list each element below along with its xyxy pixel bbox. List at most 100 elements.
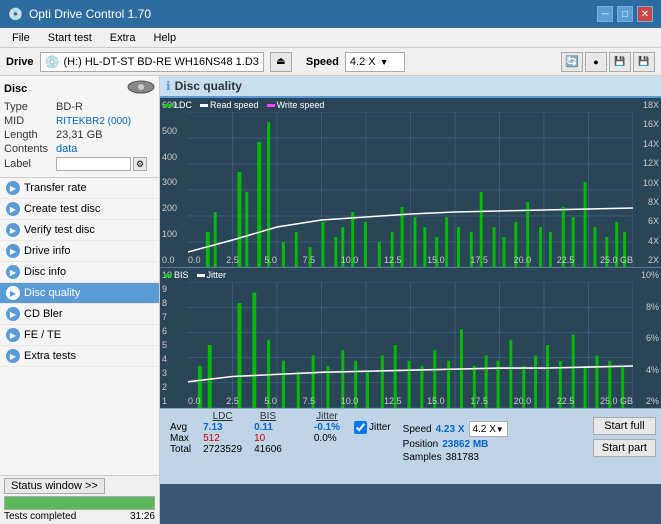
bis-legend-label: BIS <box>174 270 189 280</box>
sidebar-item-fe-te[interactable]: ▶ FE / TE <box>0 325 159 346</box>
sidebar-item-cd-bler[interactable]: ▶ CD Bler <box>0 304 159 325</box>
ldc-chart-area: LDC Read speed Write speed 6005004003002… <box>160 98 661 268</box>
start-part-button[interactable]: Start part <box>593 439 656 457</box>
menu-start-test[interactable]: Start test <box>40 28 100 47</box>
drive-bar: Drive 💿 (H:) HL-DT-ST BD-RE WH16NS48 1.D… <box>0 48 661 76</box>
mid-value: RITEKBR2 (000) <box>56 116 155 127</box>
menu-file[interactable]: File <box>4 28 38 47</box>
bis-svg <box>188 282 633 408</box>
stats-bar: LDC BIS Jitter Avg 7.13 0.11 -0.1% <box>160 408 661 484</box>
menu-extra[interactable]: Extra <box>102 28 144 47</box>
col-jitter: Jitter <box>308 411 346 422</box>
disc-panel-icon <box>127 80 155 97</box>
mid-label: MID <box>4 115 56 127</box>
type-label: Type <box>4 101 56 113</box>
cd-bler-icon: ▶ <box>6 307 20 321</box>
nav-label-transfer-rate: Transfer rate <box>24 182 87 194</box>
read-speed-legend-dot <box>200 104 208 107</box>
jitter-legend-dot <box>197 274 205 277</box>
ldc-y-axis-right: 18X16X14X12X10X8X6X4X2X <box>633 98 661 267</box>
save2-button[interactable]: 💾 <box>633 52 655 72</box>
eject-button[interactable]: ⏏ <box>270 52 292 72</box>
panel-header: ℹ Disc quality <box>160 76 661 98</box>
sidebar-item-extra-tests[interactable]: ▶ Extra tests <box>0 346 159 367</box>
avg-jitter: -0.1% <box>308 422 346 433</box>
app-icon: 💿 <box>8 7 23 21</box>
disc-panel-title: Disc <box>4 83 27 95</box>
refresh-button[interactable]: 🔄 <box>561 52 583 72</box>
speed-stat-label: Speed <box>403 424 432 435</box>
jitter-label: Jitter <box>369 422 391 433</box>
nav-label-create-test-disc: Create test disc <box>24 203 100 215</box>
progress-bar-fill <box>5 497 154 509</box>
status-window-button[interactable]: Status window >> <box>4 478 105 494</box>
record-button[interactable]: ● <box>585 52 607 72</box>
ldc-chart-legend: LDC Read speed Write speed <box>164 100 324 110</box>
sidebar-item-create-test-disc[interactable]: ▶ Create test disc <box>0 199 159 220</box>
read-speed-legend-label: Read speed <box>210 100 259 110</box>
avg-bis: 0.11 <box>248 422 288 433</box>
max-jitter: 0.0% <box>308 433 346 444</box>
label-label: Label <box>4 158 56 170</box>
write-speed-legend-dot <box>267 104 275 107</box>
content-area: ℹ Disc quality LDC Read speed <box>160 76 661 524</box>
transfer-rate-icon: ▶ <box>6 181 20 195</box>
start-full-button[interactable]: Start full <box>593 417 656 435</box>
write-speed-legend-label: Write speed <box>277 100 325 110</box>
position-label: Position <box>403 439 439 450</box>
maximize-button[interactable]: □ <box>617 6 633 22</box>
jitter-checkbox-area: Jitter <box>354 421 391 434</box>
sidebar-item-drive-info[interactable]: ▶ Drive info <box>0 241 159 262</box>
close-button[interactable]: ✕ <box>637 6 653 22</box>
jitter-checkbox[interactable] <box>354 421 367 434</box>
extra-tests-icon: ▶ <box>6 349 20 363</box>
avg-label: Avg <box>164 422 197 433</box>
max-label: Max <box>164 433 197 444</box>
total-label: Total <box>164 444 197 455</box>
speed-dropdown-icon: ▼ <box>380 57 389 67</box>
status-time: 31:26 <box>130 511 155 522</box>
drive-info-icon: ▶ <box>6 244 20 258</box>
sidebar-item-verify-test-disc[interactable]: ▶ Verify test disc <box>0 220 159 241</box>
ldc-svg <box>188 112 633 267</box>
position-value: 23862 MB <box>442 439 488 450</box>
stats-table: LDC BIS Jitter Avg 7.13 0.11 -0.1% <box>164 411 346 455</box>
label-input[interactable] <box>56 157 131 171</box>
sidebar-item-disc-info[interactable]: ▶ Disc info <box>0 262 159 283</box>
sidebar-item-disc-quality[interactable]: ▶ Disc quality <box>0 283 159 304</box>
ldc-chart-plot <box>188 112 633 267</box>
bis-y-axis-left: 10987654321 <box>160 268 188 408</box>
type-value: BD-R <box>56 101 155 113</box>
minimize-button[interactable]: ─ <box>597 6 613 22</box>
bis-legend-dot <box>164 274 172 277</box>
nav-label-cd-bler: CD Bler <box>24 308 63 320</box>
menu-help[interactable]: Help <box>145 28 184 47</box>
fe-te-icon: ▶ <box>6 328 20 342</box>
nav-label-disc-quality: Disc quality <box>24 287 80 299</box>
ldc-legend-dot <box>164 104 172 107</box>
speed-select-value: 4.2 X <box>473 424 496 435</box>
sidebar: Disc Type BD-R MID RITEKBR2 (000) Length… <box>0 76 160 524</box>
status-window-label: Status window >> <box>11 480 98 492</box>
disc-quality-icon: ▶ <box>6 286 20 300</box>
ldc-legend-label: LDC <box>174 100 192 110</box>
nav-label-verify-test-disc: Verify test disc <box>24 224 95 236</box>
max-bis: 10 <box>248 433 288 444</box>
panel-icon: ℹ <box>166 79 171 93</box>
progress-bar <box>4 496 155 510</box>
title-bar: 💿 Opti Drive Control 1.70 ─ □ ✕ <box>0 0 661 28</box>
sidebar-item-transfer-rate[interactable]: ▶ Transfer rate <box>0 178 159 199</box>
drive-value: (H:) HL-DT-ST BD-RE WH16NS48 1.D3 <box>63 56 258 68</box>
total-bis: 41606 <box>248 444 288 455</box>
save-button[interactable]: 💾 <box>609 52 631 72</box>
label-edit-button[interactable]: ⚙ <box>133 157 147 171</box>
ldc-y-axis-left: 6005004003002001000.0 <box>160 98 188 267</box>
nav-label-drive-info: Drive info <box>24 245 70 257</box>
disc-panel: Disc Type BD-R MID RITEKBR2 (000) Length… <box>0 76 159 178</box>
app-title: Opti Drive Control 1.70 <box>29 7 151 21</box>
speed-select-arrow: ▼ <box>496 425 504 434</box>
length-value: 23,31 GB <box>56 129 155 141</box>
col-ldc: LDC <box>197 411 248 422</box>
bis-chart-area: BIS Jitter 10987654321 10%8%6%4%2% <box>160 268 661 408</box>
status-window: Status window >> Tests completed 31:26 <box>0 475 159 524</box>
